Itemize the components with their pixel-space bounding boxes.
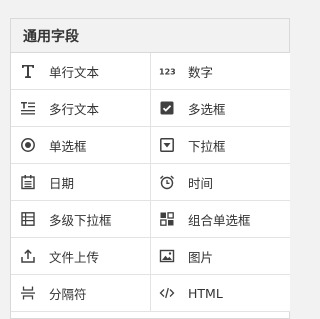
field-label: HTML <box>188 285 223 301</box>
field-grid: 单行文本 123 数字 多行文本 多选框 单选框 下拉框 日期 时间 多级下拉框… <box>11 53 290 312</box>
field-label: 图片 <box>188 249 214 265</box>
image-icon <box>159 248 175 264</box>
field-label: 数字 <box>188 64 214 80</box>
field-cascade-dropdown[interactable]: 多级下拉框 <box>11 201 151 238</box>
field-date[interactable]: 日期 <box>11 164 151 201</box>
text-t-icon <box>20 63 36 79</box>
field-label: 日期 <box>49 175 75 191</box>
field-file-upload[interactable]: 文件上传 <box>11 238 151 275</box>
dropdown-icon <box>159 137 175 153</box>
field-panel: 通用字段 单行文本 123 数字 多行文本 多选框 单选框 下拉框 日期 时间 … <box>10 18 290 319</box>
field-label: 分隔符 <box>49 286 87 302</box>
field-label: 多级下拉框 <box>49 212 112 228</box>
field-label: 多选框 <box>188 101 226 117</box>
field-label: 下拉框 <box>188 138 226 154</box>
field-html[interactable]: HTML <box>151 275 290 312</box>
field-image[interactable]: 图片 <box>151 238 290 275</box>
field-dropdown[interactable]: 下拉框 <box>151 127 290 164</box>
upload-icon <box>20 248 36 264</box>
field-label: 单选框 <box>49 138 87 154</box>
combo-radio-icon <box>159 211 175 227</box>
field-label: 时间 <box>188 175 214 191</box>
radio-icon <box>20 137 36 153</box>
clock-icon <box>159 174 175 190</box>
svg-text:123: 123 <box>159 68 175 77</box>
field-label: 文件上传 <box>49 249 100 265</box>
field-checkbox[interactable]: 多选框 <box>151 90 290 127</box>
field-multi-line-text[interactable]: 多行文本 <box>11 90 151 127</box>
checkbox-icon <box>159 100 175 116</box>
cascade-select-icon <box>20 211 36 227</box>
field-divider[interactable]: 分隔符 <box>11 275 151 312</box>
calendar-icon <box>20 174 36 190</box>
code-icon <box>159 285 175 301</box>
field-single-line-text[interactable]: 单行文本 <box>11 53 151 90</box>
field-time[interactable]: 时间 <box>151 164 290 201</box>
field-combo-radio[interactable]: 组合单选框 <box>151 201 290 238</box>
panel-title: 通用字段 <box>11 19 289 53</box>
divider-icon <box>20 285 36 301</box>
multiline-text-icon <box>20 100 36 116</box>
number-123-icon: 123 <box>159 63 175 79</box>
field-number[interactable]: 123 数字 <box>151 53 290 90</box>
field-label: 多行文本 <box>49 101 100 117</box>
field-radio[interactable]: 单选框 <box>11 127 151 164</box>
field-label: 单行文本 <box>49 64 100 80</box>
field-label: 组合单选框 <box>188 212 251 228</box>
